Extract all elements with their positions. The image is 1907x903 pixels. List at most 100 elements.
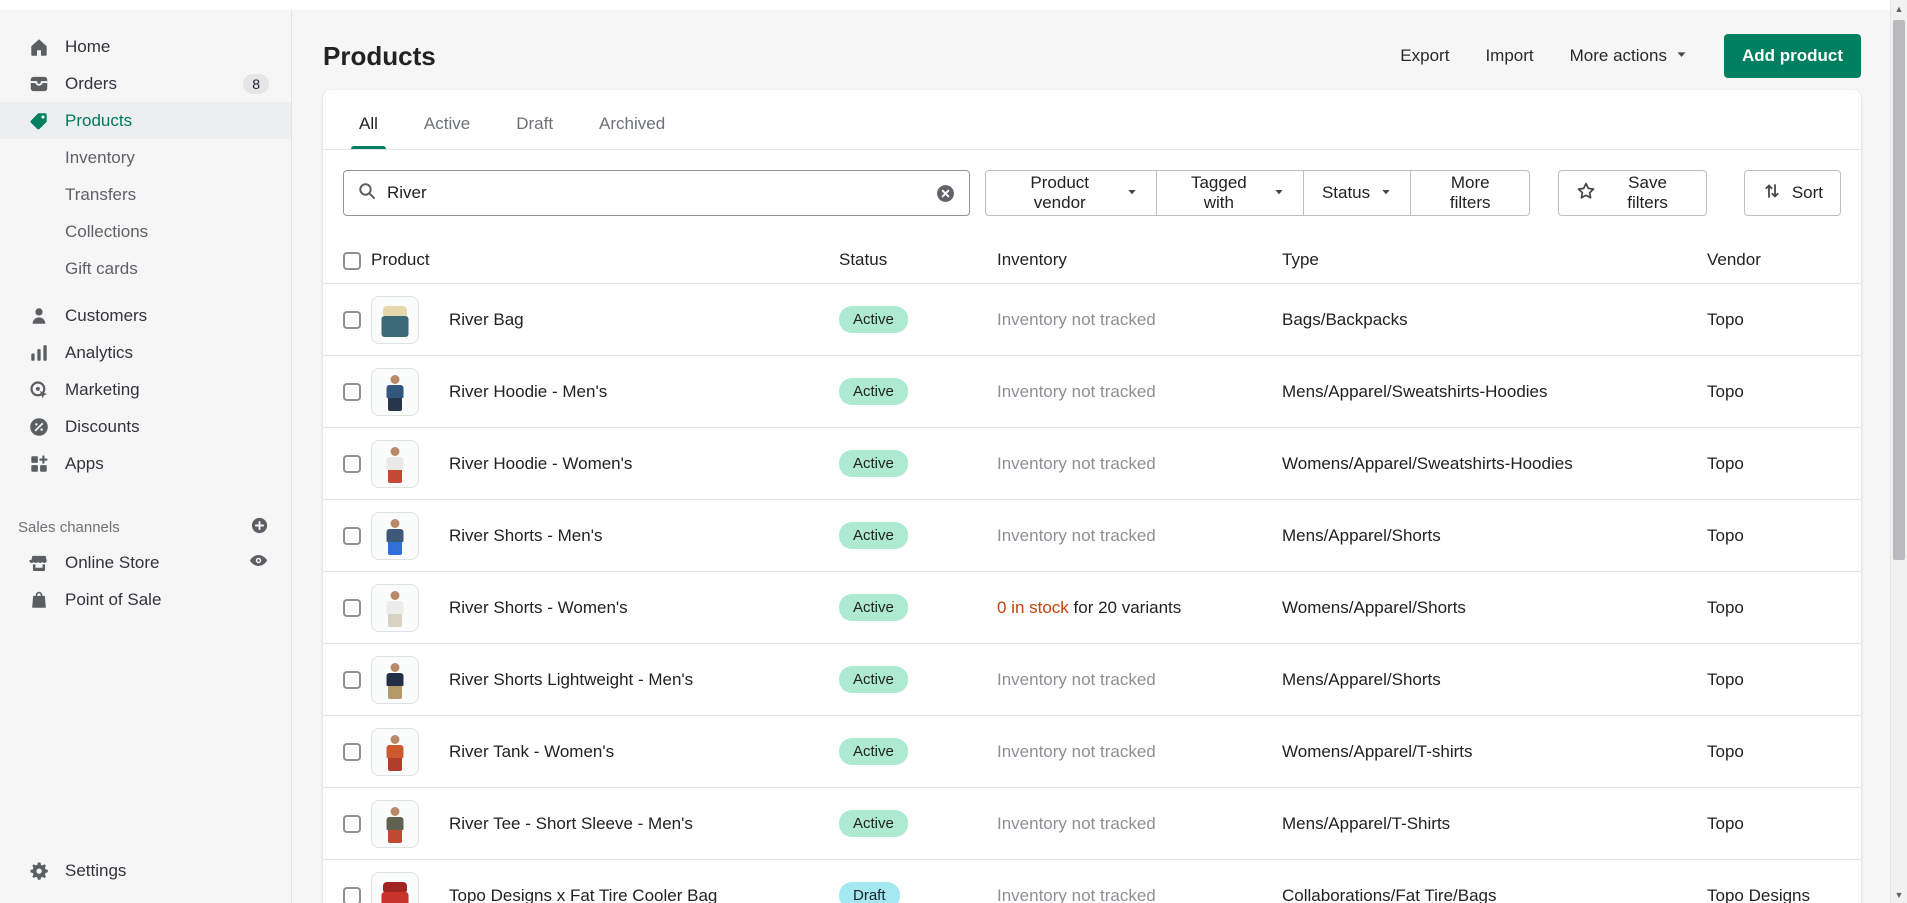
- sidebar-item-discounts[interactable]: Discounts: [0, 408, 291, 445]
- table-row[interactable]: River Tank - Women's Active Inventory no…: [323, 716, 1861, 788]
- sidebar-item-online-store[interactable]: Online Store: [0, 544, 291, 581]
- select-all-checkbox[interactable]: [343, 252, 361, 270]
- row-checkbox[interactable]: [343, 383, 361, 401]
- column-header-vendor: Vendor: [1707, 236, 1861, 284]
- sidebar-item-analytics[interactable]: Analytics: [0, 334, 291, 371]
- top-strip: [0, 0, 1907, 10]
- chevron-down-icon: [1380, 183, 1392, 203]
- save-filters-button[interactable]: Save filters: [1558, 170, 1707, 216]
- more-actions-button[interactable]: More actions: [1570, 46, 1688, 66]
- page-title: Products: [323, 41, 436, 72]
- more-filters-button[interactable]: More filters: [1410, 170, 1530, 216]
- product-name-link[interactable]: River Hoodie - Men's: [449, 382, 607, 401]
- column-header-product: Product: [371, 236, 839, 284]
- products-table: Product Status Inventory Type Vendor Riv…: [323, 236, 1861, 903]
- row-checkbox[interactable]: [343, 815, 361, 833]
- product-name-link[interactable]: River Shorts Lightweight - Men's: [449, 670, 693, 689]
- scrollbar-thumb[interactable]: [1893, 20, 1905, 560]
- product-type: Mens/Apparel/Shorts: [1282, 500, 1707, 572]
- clear-search-button[interactable]: [935, 183, 956, 204]
- inventory-text: Inventory not tracked: [997, 814, 1156, 833]
- row-checkbox[interactable]: [343, 887, 361, 903]
- products-card: All Active Draft Archived Product vendor: [323, 90, 1861, 903]
- row-checkbox[interactable]: [343, 311, 361, 329]
- sidebar-item-orders[interactable]: Orders 8: [0, 65, 291, 102]
- product-vendor: Topo: [1707, 572, 1861, 644]
- view-store-eye-icon[interactable]: [248, 550, 269, 576]
- product-name-link[interactable]: River Tank - Women's: [449, 742, 614, 761]
- sidebar-item-gift-cards[interactable]: Gift cards: [0, 250, 291, 287]
- scrollbar-down-arrow[interactable]: ▼: [1891, 886, 1907, 903]
- product-vendor-filter-button[interactable]: Product vendor: [985, 170, 1157, 216]
- storefront-icon: [28, 552, 50, 574]
- column-header-status: Status: [839, 236, 997, 284]
- table-row[interactable]: River Shorts - Men's Active Inventory no…: [323, 500, 1861, 572]
- chevron-down-icon: [1126, 183, 1138, 203]
- row-checkbox[interactable]: [343, 527, 361, 545]
- main-content: Products Export Import More actions Add …: [293, 0, 1907, 903]
- sidebar-item-settings[interactable]: Settings: [0, 852, 291, 889]
- export-button[interactable]: Export: [1400, 46, 1449, 66]
- tabs: All Active Draft Archived: [323, 90, 1861, 150]
- status-badge: Active: [839, 810, 908, 837]
- table-row[interactable]: River Shorts Lightweight - Men's Active …: [323, 644, 1861, 716]
- inventory-text: for 20 variants: [1069, 598, 1181, 617]
- tab-archived[interactable]: Archived: [581, 98, 683, 149]
- product-type: Mens/Apparel/Shorts: [1282, 644, 1707, 716]
- table-row[interactable]: Topo Designs x Fat Tire Cooler Bag Draft…: [323, 860, 1861, 903]
- status-filter-button[interactable]: Status: [1303, 170, 1411, 216]
- sidebar-item-transfers[interactable]: Transfers: [0, 176, 291, 213]
- product-name-link[interactable]: Topo Designs x Fat Tire Cooler Bag: [449, 886, 717, 903]
- search-input[interactable]: [387, 183, 925, 203]
- add-product-button[interactable]: Add product: [1724, 34, 1861, 78]
- sidebar-item-point-of-sale[interactable]: Point of Sale: [0, 581, 291, 618]
- sidebar-item-products[interactable]: Products: [0, 102, 291, 139]
- search-box: [343, 170, 970, 216]
- add-channel-button[interactable]: [250, 516, 269, 539]
- sidebar-item-label: Products: [65, 111, 132, 131]
- row-checkbox[interactable]: [343, 455, 361, 473]
- product-thumbnail: [371, 296, 419, 344]
- inventory-text: Inventory not tracked: [997, 526, 1156, 545]
- product-name-link[interactable]: River Bag: [449, 310, 524, 329]
- table-row[interactable]: River Shorts - Women's Active 0 in stock…: [323, 572, 1861, 644]
- row-checkbox[interactable]: [343, 743, 361, 761]
- sidebar-item-customers[interactable]: Customers: [0, 297, 291, 334]
- sidebar-item-inventory[interactable]: Inventory: [0, 139, 291, 176]
- sidebar-item-collections[interactable]: Collections: [0, 213, 291, 250]
- sidebar-item-home[interactable]: Home: [0, 28, 291, 65]
- pos-bag-icon: [28, 589, 50, 611]
- product-name-link[interactable]: River Tee - Short Sleeve - Men's: [449, 814, 693, 833]
- inventory-text: Inventory not tracked: [997, 670, 1156, 689]
- product-name-link[interactable]: River Shorts - Women's: [449, 598, 628, 617]
- row-checkbox[interactable]: [343, 599, 361, 617]
- table-row[interactable]: River Hoodie - Men's Active Inventory no…: [323, 356, 1861, 428]
- vertical-scrollbar[interactable]: ▲ ▼: [1890, 0, 1907, 903]
- orders-icon: [28, 73, 50, 95]
- table-row[interactable]: River Tee - Short Sleeve - Men's Active …: [323, 788, 1861, 860]
- sidebar-item-apps[interactable]: Apps: [0, 445, 291, 482]
- tab-active[interactable]: Active: [406, 98, 488, 149]
- status-badge: Active: [839, 450, 908, 477]
- tagged-with-filter-button[interactable]: Tagged with: [1156, 170, 1304, 216]
- import-button[interactable]: Import: [1485, 46, 1533, 66]
- tab-draft[interactable]: Draft: [498, 98, 571, 149]
- table-row[interactable]: River Bag Active Inventory not tracked B…: [323, 284, 1861, 356]
- sidebar-item-label: Apps: [65, 454, 104, 474]
- product-vendor: Topo: [1707, 428, 1861, 500]
- sidebar-item-label: Customers: [65, 306, 147, 326]
- search-icon: [357, 181, 377, 206]
- scrollbar-up-arrow[interactable]: ▲: [1891, 0, 1907, 17]
- product-name-link[interactable]: River Hoodie - Women's: [449, 454, 632, 473]
- product-type: Bags/Backpacks: [1282, 284, 1707, 356]
- product-name-link[interactable]: River Shorts - Men's: [449, 526, 602, 545]
- tab-all[interactable]: All: [341, 98, 396, 149]
- sidebar-item-label: Point of Sale: [65, 590, 161, 610]
- sidebar-item-label: Discounts: [65, 417, 140, 437]
- sidebar-item-marketing[interactable]: Marketing: [0, 371, 291, 408]
- inventory-text: Inventory not tracked: [997, 886, 1156, 903]
- chevron-down-icon: [1273, 183, 1285, 203]
- table-row[interactable]: River Hoodie - Women's Active Inventory …: [323, 428, 1861, 500]
- sort-button[interactable]: Sort: [1744, 170, 1841, 216]
- row-checkbox[interactable]: [343, 671, 361, 689]
